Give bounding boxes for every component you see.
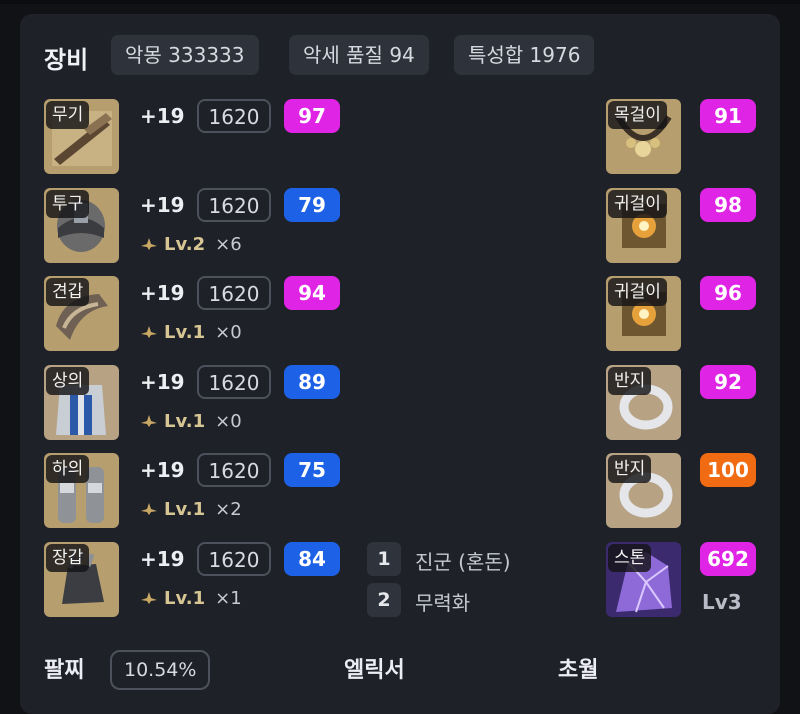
quality-badge: 692 — [700, 542, 756, 576]
bracelet-percent: 10.54% — [110, 650, 211, 690]
elixir-leaf-icon — [141, 592, 157, 604]
quality-badge: 91 — [700, 99, 756, 133]
quality-badge: 100 — [700, 453, 756, 487]
shoulder-icon[interactable]: 견갑 — [44, 276, 119, 351]
legs-armor-icon[interactable]: 하의 — [44, 453, 119, 528]
bracelet-title: 팔찌 — [44, 658, 85, 683]
equip-label: 투구 — [46, 190, 90, 218]
gloves-icon[interactable]: 장갑 — [44, 542, 119, 617]
elixir-level: Lv.1 — [164, 588, 206, 609]
equip-label: 견갑 — [46, 278, 90, 306]
weapon-icon[interactable]: 무기 — [44, 99, 119, 174]
upgrade-level: +19 — [140, 370, 185, 394]
elixir-info: Lv.2 ×6 — [140, 234, 242, 255]
tag-nightmare-set: 악몽 333333 — [111, 35, 259, 75]
quality-badge: 97 — [284, 99, 340, 133]
elixir-count: ×0 — [215, 322, 242, 343]
elixir-info: Lv.1 ×0 — [140, 322, 242, 343]
tag-accessory-quality: 악세 품질 94 — [289, 35, 429, 75]
quality-badge: 98 — [700, 188, 756, 222]
equip-label: 장갑 — [46, 544, 90, 572]
quality-badge: 75 — [284, 453, 340, 487]
necklace-icon[interactable]: 목걸이 — [606, 99, 681, 174]
quality-badge: 89 — [284, 365, 340, 399]
acc-label: 스톤 — [608, 544, 652, 572]
item-level: 1620 — [197, 542, 271, 576]
upgrade-level: +19 — [140, 547, 185, 571]
transcend-num: 1 — [367, 542, 401, 576]
elixir-level: Lv.1 — [164, 499, 206, 520]
earring-icon[interactable]: 귀걸이 — [606, 276, 681, 351]
elixir-count: ×2 — [215, 499, 242, 520]
elixir-level: Lv.1 — [164, 322, 206, 343]
section-title: 장비 — [44, 46, 89, 74]
acc-label: 귀걸이 — [608, 190, 667, 218]
elixir-count: ×0 — [215, 411, 242, 432]
quality-badge: 96 — [700, 276, 756, 310]
tag-stat-total: 특성합 1976 — [454, 35, 595, 75]
acc-label: 귀걸이 — [608, 278, 667, 306]
item-level: 1620 — [197, 453, 271, 487]
upgrade-level: +19 — [140, 193, 185, 217]
elixir-leaf-icon — [141, 238, 157, 250]
acc-label: 반지 — [608, 367, 652, 395]
elixir-info: Lv.1 ×2 — [140, 499, 242, 520]
item-level: 1620 — [197, 365, 271, 399]
item-level: 1620 — [197, 99, 271, 133]
acc-label: 반지 — [608, 455, 652, 483]
chest-armor-icon[interactable]: 상의 — [44, 365, 119, 440]
equip-label: 상의 — [46, 367, 90, 395]
earring-icon[interactable]: 귀걸이 — [606, 188, 681, 263]
helmet-icon[interactable]: 투구 — [44, 188, 119, 263]
item-level: 1620 — [197, 276, 271, 310]
transcend-effect: 진군 (혼돈) — [415, 550, 511, 574]
quality-badge: 94 — [284, 276, 340, 310]
acc-label: 목걸이 — [608, 101, 667, 129]
upgrade-level: +19 — [140, 104, 185, 128]
transcend-num: 2 — [367, 583, 401, 617]
ring-icon[interactable]: 반지 — [606, 453, 681, 528]
elixir-level: Lv.2 — [164, 234, 206, 255]
elixir-level: Lv.1 — [164, 411, 206, 432]
equip-label: 무기 — [46, 101, 90, 129]
stone-icon[interactable]: 스톤 — [606, 542, 681, 617]
top-border — [0, 0, 800, 4]
elixir-info: Lv.1 ×1 — [140, 588, 242, 609]
elixir-leaf-icon — [141, 415, 157, 427]
elixir-count: ×6 — [215, 234, 242, 255]
quality-badge: 84 — [284, 542, 340, 576]
elixir-title: 엘릭서 — [344, 658, 405, 683]
upgrade-level: +19 — [140, 281, 185, 305]
elixir-count: ×1 — [215, 588, 242, 609]
quality-badge: 92 — [700, 365, 756, 399]
transcend-title: 초월 — [558, 658, 599, 683]
elixir-leaf-icon — [141, 503, 157, 515]
stone-level: Lv3 — [702, 590, 742, 614]
elixir-info: Lv.1 ×0 — [140, 411, 242, 432]
quality-badge: 79 — [284, 188, 340, 222]
transcend-effect: 무력화 — [415, 591, 471, 615]
ring-icon[interactable]: 반지 — [606, 365, 681, 440]
item-level: 1620 — [197, 188, 271, 222]
upgrade-level: +19 — [140, 458, 185, 482]
equip-label: 하의 — [46, 455, 90, 483]
elixir-leaf-icon — [141, 326, 157, 338]
